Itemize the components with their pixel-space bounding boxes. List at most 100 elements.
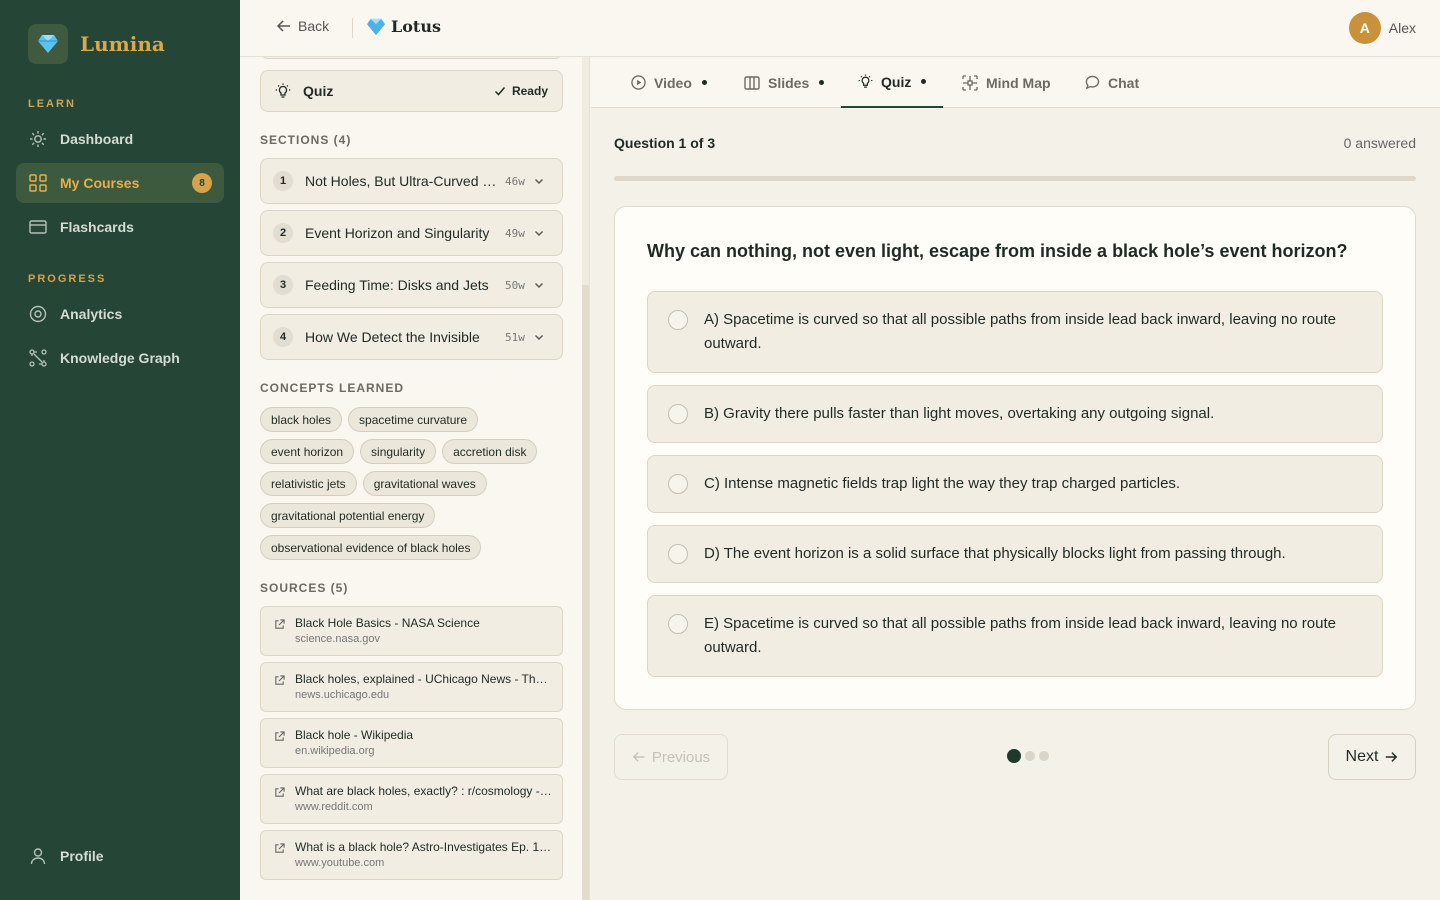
concept-chip[interactable]: relativistic jets: [260, 471, 357, 496]
back-button[interactable]: Back: [276, 18, 329, 34]
quiz-progress-bar: [614, 176, 1416, 181]
answer-option[interactable]: C) Intense magnetic fields trap light th…: [647, 455, 1383, 513]
answer-option[interactable]: D) The event horizon is a solid surface …: [647, 525, 1383, 583]
concept-chip[interactable]: observational evidence of black holes: [260, 535, 482, 560]
nav-item-flashcards[interactable]: Flashcards: [16, 207, 224, 247]
radio-button[interactable]: [668, 404, 688, 424]
nav-item-my-courses[interactable]: My Courses 8: [16, 163, 224, 203]
next-button[interactable]: Next: [1328, 734, 1416, 780]
radio-button[interactable]: [668, 614, 688, 634]
brand[interactable]: Lumina: [28, 24, 165, 64]
section-title: How We Detect the Invisible: [305, 329, 480, 345]
chevron-down-icon: [534, 283, 543, 288]
tab-mind-map[interactable]: Mind Map: [962, 57, 1051, 108]
chevron-down-icon: [534, 231, 543, 236]
answer-option[interactable]: B) Gravity there pulls faster than light…: [647, 385, 1383, 443]
section-item[interactable]: 4 How We Detect the Invisible 51w: [260, 314, 563, 360]
grid-icon: [28, 173, 48, 193]
tab-label: Video: [654, 74, 692, 91]
course-panel: Quiz Ready SECTIONS (4) 1 Not Holes, But…: [240, 57, 590, 900]
scrollbar-track[interactable]: [582, 57, 589, 900]
radio-button[interactable]: [668, 310, 688, 330]
previous-card-edge: [260, 57, 563, 59]
concept-chip[interactable]: gravitational potential energy: [260, 503, 436, 528]
arrow-left-icon: [632, 752, 645, 762]
mind-map-icon: [962, 74, 978, 91]
nav-item-profile[interactable]: Profile: [16, 836, 224, 876]
source-link[interactable]: Black holes, explained - UChicago News -…: [260, 662, 563, 712]
user-menu[interactable]: A Alex: [1348, 12, 1416, 44]
concept-chip[interactable]: spacetime curvature: [348, 407, 479, 432]
concepts-heading: CONCEPTS LEARNED: [260, 381, 405, 395]
tab-slides[interactable]: Slides: [744, 57, 825, 108]
scrollbar-thumb[interactable]: [582, 285, 589, 900]
nav-item-dashboard[interactable]: Dashboard: [16, 119, 224, 159]
concept-chip[interactable]: singularity: [360, 439, 437, 464]
section-item[interactable]: 2 Event Horizon and Singularity 49w: [260, 210, 563, 256]
course-title-text: Lotus: [391, 17, 441, 36]
previous-button[interactable]: Previous: [614, 734, 728, 780]
section-number: 2: [273, 223, 293, 243]
external-link-icon: [275, 843, 285, 853]
source-link[interactable]: What is a black hole? Astro-Investigates…: [260, 830, 563, 880]
concept-chip[interactable]: event horizon: [260, 439, 355, 464]
concept-chip[interactable]: gravitational waves: [362, 471, 487, 496]
tab-label: Mind Map: [986, 74, 1051, 91]
sections-heading: SECTIONS (4): [260, 133, 352, 147]
tab-chat[interactable]: Chat: [1085, 57, 1139, 108]
ready-dot: [819, 80, 825, 85]
tab-video[interactable]: Video: [631, 57, 707, 108]
chat-bubble-icon: [1085, 75, 1100, 90]
source-domain: science.nasa.gov: [295, 633, 380, 645]
section-number: 3: [273, 275, 293, 295]
sun-icon: [28, 129, 48, 149]
tab-label: Chat: [1108, 74, 1140, 91]
section-word-count: 50w: [505, 278, 525, 292]
source-link[interactable]: What are black holes, exactly? : r/cosmo…: [260, 774, 563, 824]
top-bar: Back Lotus A Alex: [240, 0, 1440, 57]
section-title: Event Horizon and Singularity: [305, 225, 490, 241]
radio-button[interactable]: [668, 474, 688, 494]
concept-chips: black holes spacetime curvature event ho…: [260, 407, 560, 567]
user-icon: [28, 846, 48, 866]
concept-chip[interactable]: accretion disk: [442, 439, 538, 464]
radio-button[interactable]: [668, 544, 688, 564]
pager-dot[interactable]: [1039, 751, 1049, 761]
section-item[interactable]: 3 Feeding Time: Disks and Jets 50w: [260, 262, 563, 308]
external-link-icon: [275, 787, 285, 797]
ready-dot: [701, 80, 707, 85]
section-word-count: 46w: [505, 174, 525, 188]
nav-label: Knowledge Graph: [60, 350, 180, 366]
option-text: E) Spacetime is curved so that all possi…: [704, 615, 1336, 656]
question-pager: [1007, 749, 1049, 763]
nav-heading-learn: LEARN: [28, 98, 76, 110]
section-title: Feeding Time: Disks and Jets: [305, 277, 489, 293]
source-link[interactable]: Black Hole Basics - NASA Science science…: [260, 606, 563, 656]
tab-quiz[interactable]: Quiz: [841, 57, 944, 108]
answer-option[interactable]: A) Spacetime is curved so that all possi…: [647, 291, 1383, 373]
nav-item-knowledge-graph[interactable]: Knowledge Graph: [16, 338, 224, 378]
ready-dot: [921, 79, 927, 84]
source-domain: www.reddit.com: [295, 801, 373, 813]
ready-badge: Ready: [494, 84, 548, 98]
lightbulb-icon: [858, 74, 873, 89]
section-word-count: 49w: [505, 226, 525, 240]
tab-label: Quiz: [881, 73, 912, 90]
quiz-status-card[interactable]: Quiz Ready: [260, 70, 563, 112]
source-title: What is a black hole? Astro-Investigates…: [295, 840, 552, 854]
answer-option[interactable]: E) Spacetime is curved so that all possi…: [647, 595, 1383, 677]
concept-chip[interactable]: black holes: [260, 407, 343, 432]
section-item[interactable]: 1 Not Holes, But Ultra-Curved Spacetime …: [260, 158, 563, 204]
pager-dot[interactable]: [1025, 751, 1035, 761]
pager-dot-active[interactable]: [1007, 749, 1021, 763]
tab-bar: Video Slides Quiz Mind Map Chat: [591, 57, 1440, 108]
columns-icon: [744, 75, 760, 90]
chevron-down-icon: [534, 179, 543, 184]
lightbulb-icon: [275, 83, 291, 98]
source-link[interactable]: Black hole - Wikipedia en.wikipedia.org: [260, 718, 563, 768]
question-counter: Question 1 of 3: [614, 135, 716, 151]
external-link-icon: [275, 675, 285, 685]
option-text: D) The event horizon is a solid surface …: [704, 545, 1286, 562]
nav-item-analytics[interactable]: Analytics: [16, 294, 224, 334]
nav-label: My Courses: [60, 175, 140, 191]
